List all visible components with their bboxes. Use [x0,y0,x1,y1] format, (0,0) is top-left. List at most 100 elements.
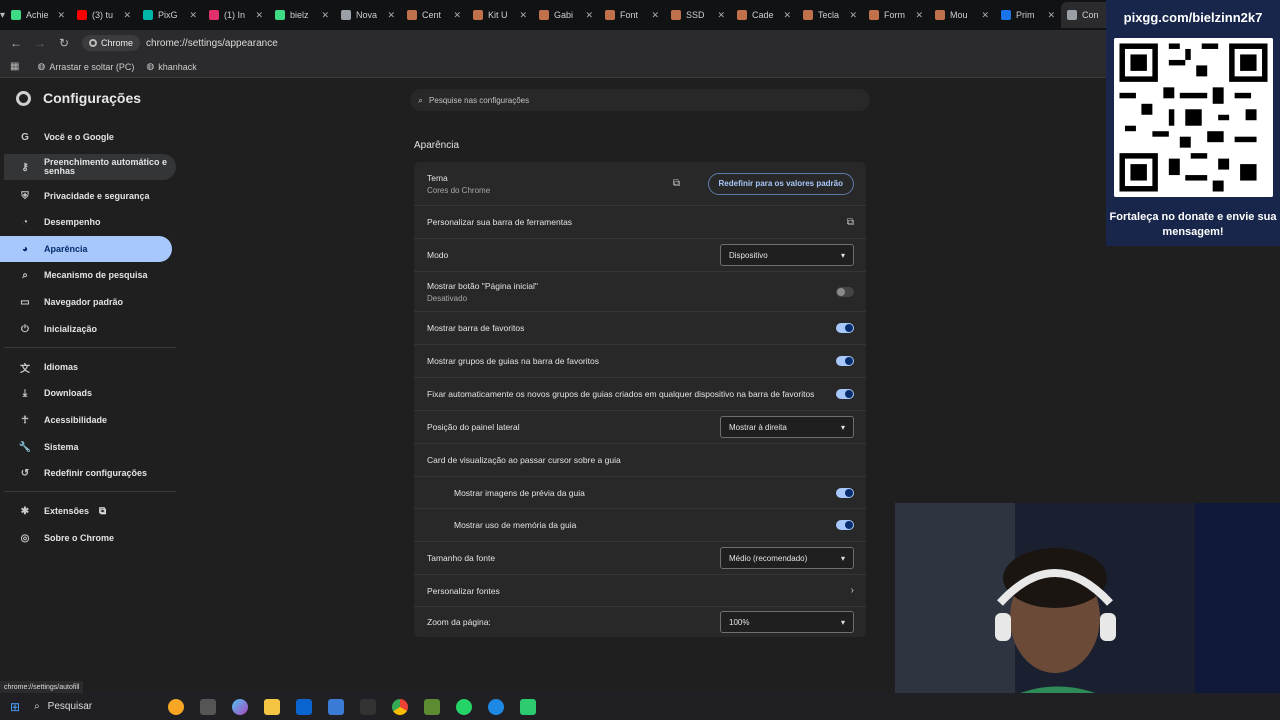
forward-button[interactable]: → [28,36,52,50]
browser-tab[interactable]: Cade ✕ [731,2,797,28]
close-icon[interactable]: ✕ [981,10,989,21]
sidebar-item-reset[interactable]: ↺ Redefinir configurações [4,460,176,486]
close-icon[interactable]: ✕ [519,10,527,21]
green-app-icon[interactable] [520,698,537,715]
whatsapp-icon[interactable] [456,698,473,715]
copilot-icon[interactable] [232,698,249,715]
dropdown-arrow-icon: ▾ [840,617,845,627]
custom-fonts-row[interactable]: Personalizar fontes › [414,574,866,606]
customize-toolbar-row[interactable]: Personalizar sua barra de ferramentas ⧉ [414,205,866,238]
browser-tab[interactable]: Cent ✕ [401,2,467,28]
show-tab-groups-row[interactable]: Mostrar grupos de guias na barra de favo… [414,344,866,377]
store-icon[interactable] [328,698,345,715]
browser-tab[interactable]: Nova ✕ [335,2,401,28]
close-icon[interactable]: ✕ [651,10,659,21]
external-link-icon[interactable]: ⧉ [847,217,854,228]
close-icon[interactable]: ✕ [189,10,197,21]
task-view-icon[interactable] [200,698,217,715]
browser-tab[interactable]: Form ✕ [863,2,929,28]
close-icon[interactable]: ✕ [849,10,857,21]
close-icon[interactable]: ✕ [123,10,131,21]
close-icon[interactable]: ✕ [1047,10,1055,21]
sidebar-item-google[interactable]: G Você e o Google [4,124,176,150]
reload-button[interactable]: ↻ [52,36,76,50]
sidebar-item-power[interactable]: ⏻ Inicialização [4,316,176,342]
sidebar-item-speedometer[interactable]: ◔ Desempenho [4,209,176,235]
outlook-icon[interactable] [296,698,313,715]
close-icon[interactable]: ✕ [453,10,461,21]
close-icon[interactable]: ✕ [57,10,65,21]
browser-tab[interactable]: Mou ✕ [929,2,995,28]
sidebar-item-shield[interactable]: ⛨ Privacidade e segurança [4,183,176,209]
tab-favicon-icon [671,10,682,20]
sidebar-divider [4,491,176,492]
dropdown-arrow-icon: ▾ [840,553,845,563]
widgets-icon[interactable] [168,698,185,715]
browser-tab[interactable]: Kit U ✕ [467,2,533,28]
close-icon[interactable]: ✕ [585,10,593,21]
sidebar-item-label: Extensões [44,506,90,516]
hover-preview-toggle[interactable] [836,487,854,498]
tab-title: Achie [26,10,49,20]
sidebar-item-translate[interactable]: 文 Idiomas [4,354,176,380]
sidebar-item-download[interactable]: ⤓ Downloads [4,380,176,406]
close-icon[interactable]: ✕ [387,10,395,21]
side-panel-select[interactable]: Mostrar à direita ▾ [720,416,854,438]
sidebar-item-browser[interactable]: ▭ Navegador padrão [4,289,176,315]
sidebar-item-key[interactable]: ⚷ Preenchimento automático e senhas [4,154,176,180]
browser-tab[interactable]: PixG ✕ [137,2,203,28]
site-info-chip[interactable]: Chrome [82,35,141,51]
close-icon[interactable]: ✕ [255,10,263,21]
sidebar-item-puzzle[interactable]: ✱ Extensões ⧉ [4,498,176,524]
close-icon[interactable]: ✕ [717,10,725,21]
show-bookmarks-row[interactable]: Mostrar barra de favoritos [414,311,866,344]
sidebar-item-search[interactable]: ⌕ Mecanismo de pesquisa [4,262,176,288]
font-size-select[interactable]: Médio (recomendado) ▾ [720,547,854,569]
app-icon[interactable] [488,698,505,715]
bookmark-item[interactable]: ◍ khanhack [146,61,196,72]
pin-tab-groups-row[interactable]: Fixar automaticamente os novos grupos de… [414,377,866,410]
browser-tab[interactable]: Achie ✕ [5,2,71,28]
mode-row: Modo Dispositivo ▾ [414,238,866,271]
mode-select[interactable]: Dispositivo ▾ [720,244,854,266]
apps-grid-icon[interactable]: ▦ [10,61,19,72]
close-icon[interactable]: ✕ [783,10,791,21]
home-button-row[interactable]: Mostrar botão "Página inicial" Desativad… [414,271,866,311]
omnibox[interactable]: Chrome chrome://settings/appearance [82,33,278,53]
close-icon[interactable]: ✕ [915,10,923,21]
windows-start-icon[interactable]: ⊞ [10,700,20,714]
sidebar-item-chrome[interactable]: ◎ Sobre o Chrome [4,525,176,551]
translate-icon: 文 [20,363,30,375]
back-button[interactable]: ← [4,36,28,50]
browser-tab[interactable]: SSD ✕ [665,2,731,28]
pin-tab-groups-toggle[interactable] [836,389,854,399]
sidebar-item-wrench[interactable]: 🔧 Sistema [4,434,176,460]
browser-tab[interactable]: Tecla ✕ [797,2,863,28]
home-button-toggle[interactable] [836,286,854,297]
hover-memory-row[interactable]: Mostrar uso de memória da guia [414,508,866,541]
browser-tab[interactable]: Gabi ✕ [533,2,599,28]
settings-search-input[interactable]: ⌕ Pesquise nas configurações [410,89,870,111]
browser-tab[interactable]: Prim ✕ [995,2,1061,28]
browser-tab[interactable]: bielz ✕ [269,2,335,28]
show-tab-groups-toggle[interactable] [836,356,854,366]
hover-preview-row[interactable]: Mostrar imagens de prévia da guia [414,476,866,508]
external-link-icon[interactable]: ⧉ [673,178,680,189]
chrome-taskbar-icon[interactable] [392,698,409,715]
sidebar-item-accessibility[interactable]: ☥ Acessibilidade [4,407,176,433]
file-explorer-icon[interactable] [264,698,281,715]
bookmark-item[interactable]: ◍ Arrastar e soltar (PC) [37,61,134,72]
taskbar-search[interactable]: ⌕ Pesquisar [34,701,160,712]
minecraft-icon[interactable] [424,698,441,715]
reset-theme-button[interactable]: Redefinir para os valores padrão [707,172,854,195]
browser-tab[interactable]: (3) tu ✕ [71,2,137,28]
sidebar-item-palette[interactable]: ◕ Aparência [0,236,172,262]
close-icon[interactable]: ✕ [321,10,329,21]
show-bookmarks-toggle[interactable] [836,323,854,333]
zoom-select[interactable]: 100% ▾ [720,611,854,633]
browser-tab[interactable]: (1) In ✕ [203,2,269,28]
hover-memory-toggle[interactable] [836,520,854,530]
browser-tab[interactable]: Font ✕ [599,2,665,28]
terminal-icon[interactable] [360,698,377,715]
theme-row[interactable]: Tema Cores do Chrome ⧉ Redefinir para os… [414,162,866,205]
